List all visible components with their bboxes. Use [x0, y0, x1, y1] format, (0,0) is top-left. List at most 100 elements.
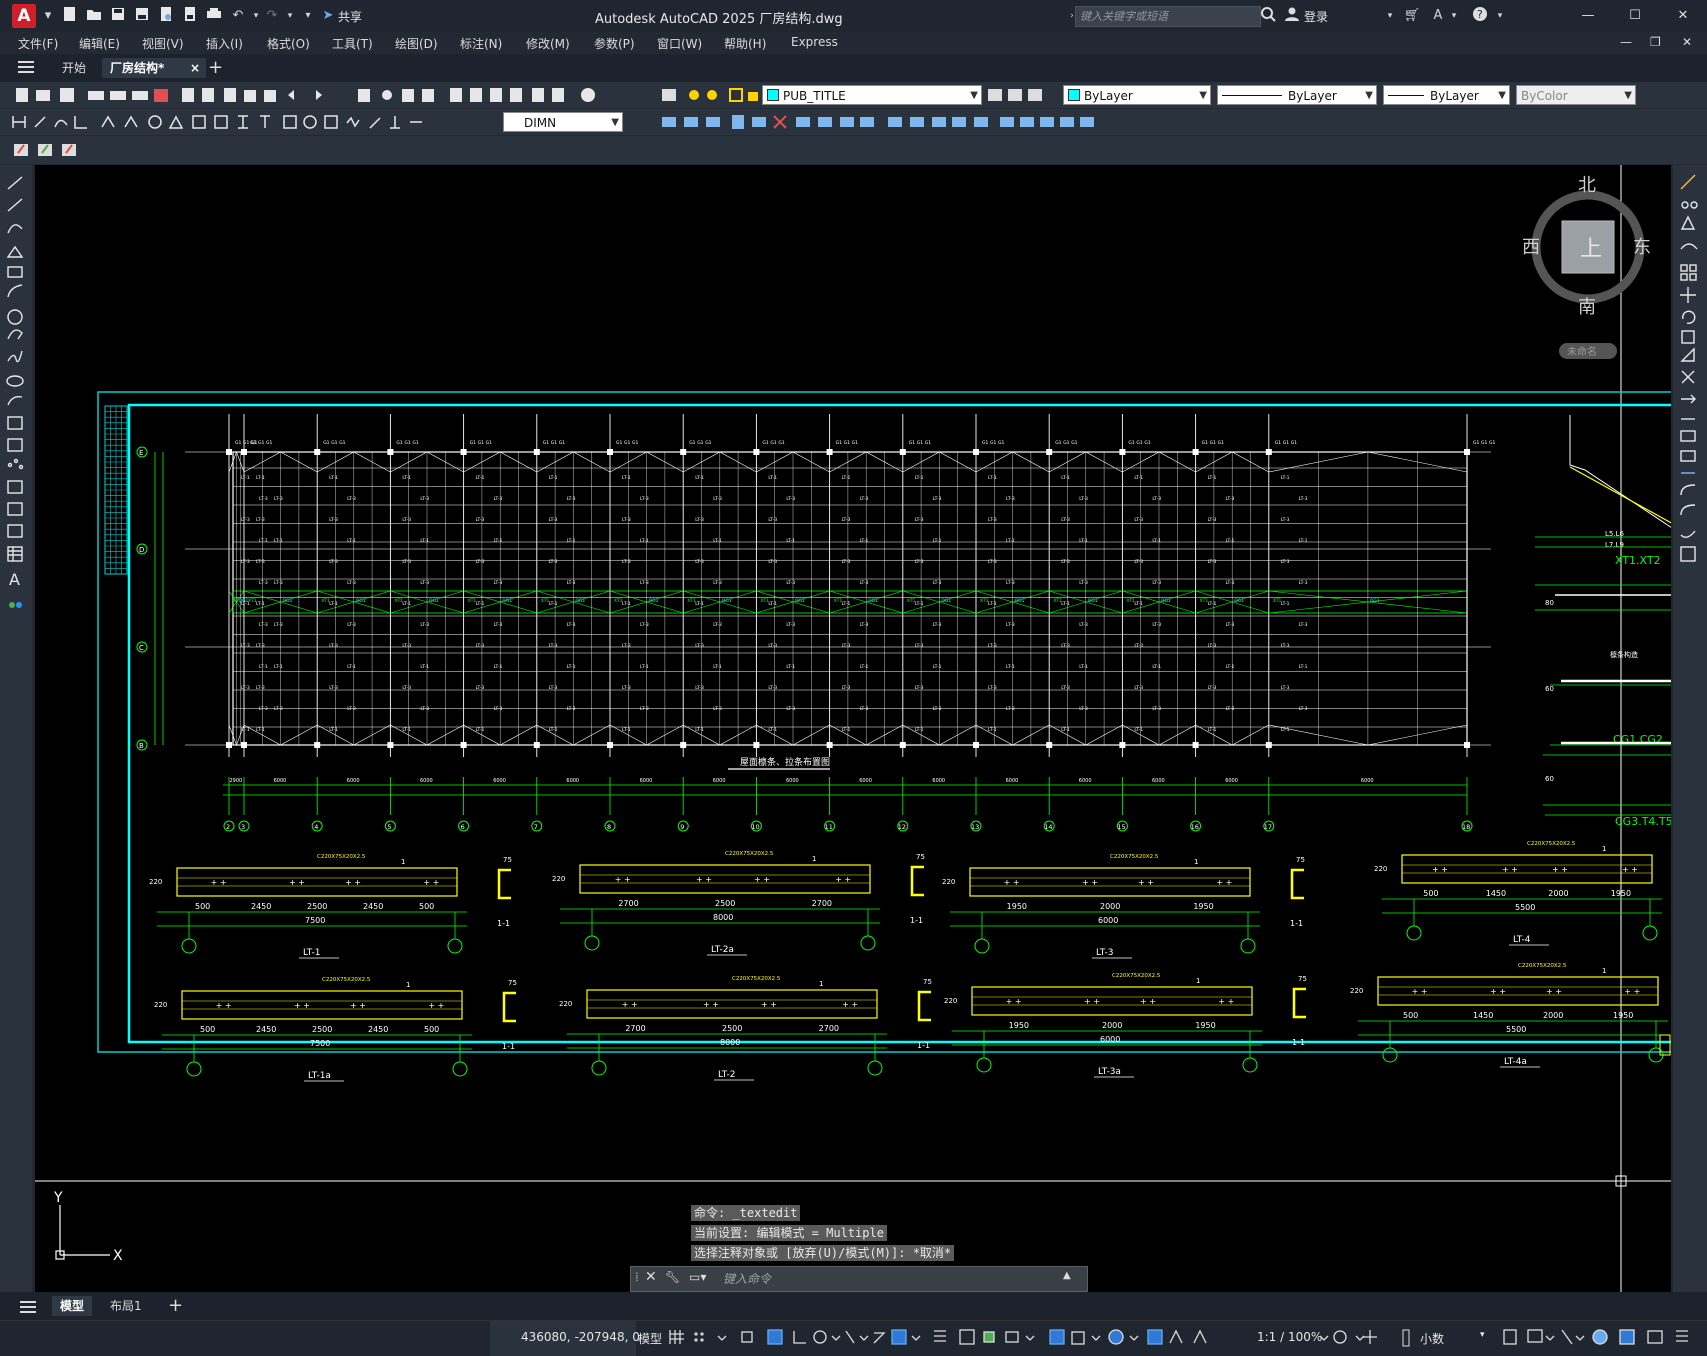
menu-help[interactable]: 帮助(H)	[724, 35, 766, 52]
doc-close-icon[interactable]: ✕	[1682, 35, 1692, 49]
layer-tools-icons[interactable]	[986, 86, 1048, 104]
layout-menu-icon[interactable]	[20, 1300, 38, 1314]
command-input[interactable]: 键入命令	[723, 1270, 771, 1287]
command-prompt-icon[interactable]: ▭▾	[689, 1270, 706, 1284]
login-label[interactable]: 登录	[1304, 8, 1328, 25]
search-icon[interactable]	[1258, 6, 1278, 26]
menu-modify[interactable]: 修改(M)	[526, 35, 570, 52]
column-bubble-label: 18	[1462, 823, 1470, 831]
share-icon[interactable]: ➤	[318, 6, 338, 26]
annotation-scale[interactable]: 1:1 / 100%	[1257, 1330, 1322, 1344]
help-dropdown-icon[interactable]: ▾	[1490, 6, 1510, 26]
units-dropdown-icon[interactable]: ▾	[1480, 1330, 1485, 1340]
dimension-tool-icons[interactable]	[10, 113, 500, 131]
command-history-toggle-icon[interactable]: ▲	[1063, 1270, 1071, 1281]
doc-minimize-icon[interactable]: —	[1620, 35, 1632, 49]
redo-dropdown-icon[interactable]: ▾	[280, 6, 300, 26]
standard-toolbar-icons[interactable]	[12, 86, 612, 104]
app-menu-arrow-icon[interactable]: ▾	[38, 6, 58, 26]
save-to-web-icon[interactable]	[180, 6, 200, 26]
menu-dimension[interactable]: 标注(N)	[460, 35, 502, 52]
viewcube-top-label[interactable]: 上	[1580, 237, 1602, 262]
beam-section-mark: 1	[1602, 845, 1606, 853]
customize-qat-icon[interactable]: ▾	[298, 6, 318, 26]
tab-document[interactable]: 厂房结构* ×	[102, 58, 206, 78]
share-label[interactable]: 共享	[338, 8, 362, 25]
beam-dim-value: 1950	[1611, 889, 1631, 898]
menu-file[interactable]: 文件(F)	[18, 35, 58, 52]
undo-icon[interactable]: ↶	[228, 6, 248, 26]
new-file-icon[interactable]	[60, 6, 80, 26]
viewcube-south-label[interactable]: 南	[1578, 297, 1596, 318]
close-window-icon[interactable]: ✕	[1668, 5, 1698, 27]
command-grip-icon[interactable]: ⁞	[635, 1270, 639, 1284]
right-detail-strip: XT1.XT2L5.L6L7.L980檩条构造60CG1.CG260CG3.T4…	[1535, 415, 1676, 1056]
save-as-icon[interactable]	[132, 6, 152, 26]
units-display[interactable]: 小数	[1420, 1330, 1444, 1347]
plotstyle-dropdown[interactable]: ByColor ▼	[1516, 85, 1636, 105]
menu-view[interactable]: 视图(V)	[142, 35, 184, 52]
axis-bubble-label: D	[139, 546, 144, 554]
tab-layout1[interactable]: 布局1	[102, 1296, 150, 1316]
status-right-icons[interactable]	[1500, 1328, 1700, 1348]
user-icon[interactable]	[1282, 6, 1302, 26]
help-search-input[interactable]: 键入关键字或短语	[1075, 6, 1261, 27]
maximize-icon[interactable]: ☐	[1620, 5, 1650, 27]
open-from-web-icon[interactable]	[156, 6, 176, 26]
modify-side-icons[interactable]	[1673, 165, 1707, 575]
purlin-label: LT-3	[402, 517, 411, 523]
menu-insert[interactable]: 插入(I)	[206, 35, 243, 52]
draw-tool-icons[interactable]: A	[0, 165, 32, 625]
menu-window[interactable]: 窗口(W)	[657, 35, 702, 52]
dimstyle-dropdown[interactable]: DIMN ▼	[503, 112, 623, 132]
help-icon[interactable]: ?	[1470, 6, 1490, 26]
lineweight-dropdown[interactable]: ByLayer ▼	[1383, 85, 1510, 105]
tab-close-icon[interactable]: ×	[190, 58, 200, 78]
menu-edit[interactable]: 编辑(E)	[79, 35, 120, 52]
hamburger-menu-icon[interactable]	[18, 60, 36, 74]
modify-tool-icons[interactable]	[660, 113, 1130, 131]
menu-format[interactable]: 格式(O)	[267, 35, 310, 52]
extra-tool-icons[interactable]	[12, 141, 82, 159]
menu-parametric[interactable]: 参数(P)	[594, 35, 635, 52]
purlin-label: LT-3	[1281, 685, 1290, 691]
minimize-icon[interactable]: —	[1573, 5, 1603, 27]
doc-restore-icon[interactable]: ❐	[1650, 35, 1661, 49]
login-dropdown-icon[interactable]: ▾	[1380, 6, 1400, 26]
menu-express[interactable]: Express	[791, 35, 838, 49]
command-close-icon[interactable]: ✕	[645, 1269, 657, 1285]
plot-icon[interactable]	[204, 6, 224, 26]
menu-tools[interactable]: 工具(T)	[332, 35, 373, 52]
linetype-dropdown[interactable]: ByLayer ▼	[1217, 85, 1377, 105]
command-customize-icon[interactable]: 🔧︎	[665, 1270, 680, 1284]
column-marker	[460, 449, 467, 455]
ucs-x-label: X	[113, 1248, 123, 1264]
viewcube-east-label[interactable]: 东	[1633, 237, 1651, 258]
autocad-logo-button[interactable]: A	[12, 4, 36, 28]
coordinates-readout[interactable]: 436080, -207948, 0	[521, 1330, 640, 1344]
model-space-toggle[interactable]: 模型	[638, 1330, 662, 1347]
redo-icon[interactable]: ↷	[262, 6, 282, 26]
cart-icon[interactable]: 🛒︎	[1402, 6, 1422, 26]
new-tab-button[interactable]: +	[200, 58, 231, 78]
color-dropdown[interactable]: ByLayer ▼	[1063, 85, 1211, 105]
viewcube-west-label[interactable]: 西	[1522, 237, 1540, 258]
dim-value: 6000	[1079, 778, 1092, 784]
top-tick-label: G1	[258, 440, 264, 446]
color-value: ByLayer	[1084, 89, 1133, 103]
tab-model[interactable]: 模型	[52, 1296, 93, 1316]
layer-state-icons[interactable]	[660, 86, 760, 104]
app-dropdown-icon[interactable]: ▾	[1444, 6, 1464, 26]
layer-dropdown[interactable]: PUB_TITLE ▼	[762, 85, 982, 105]
tab-start[interactable]: 开始	[54, 58, 94, 78]
purlin-label: LT-3	[622, 517, 631, 523]
menu-draw[interactable]: 绘图(D)	[395, 35, 438, 52]
viewcube-north-label[interactable]: 北	[1578, 175, 1596, 196]
add-layout-button[interactable]: +	[160, 1296, 191, 1316]
ucs-menu-label[interactable]: 未命名	[1567, 345, 1597, 358]
top-tick-label: G1	[844, 440, 850, 446]
drawing-canvas[interactable]: LT-1 LT-3 LT-3 LT-1 LT-3 LT-3 LT-1 LT-3 LT-3 LT-1…	[35, 165, 1681, 1292]
open-folder-icon[interactable]	[84, 6, 104, 26]
workspace-icons[interactable]	[1318, 1328, 1378, 1348]
save-icon[interactable]	[108, 6, 128, 26]
